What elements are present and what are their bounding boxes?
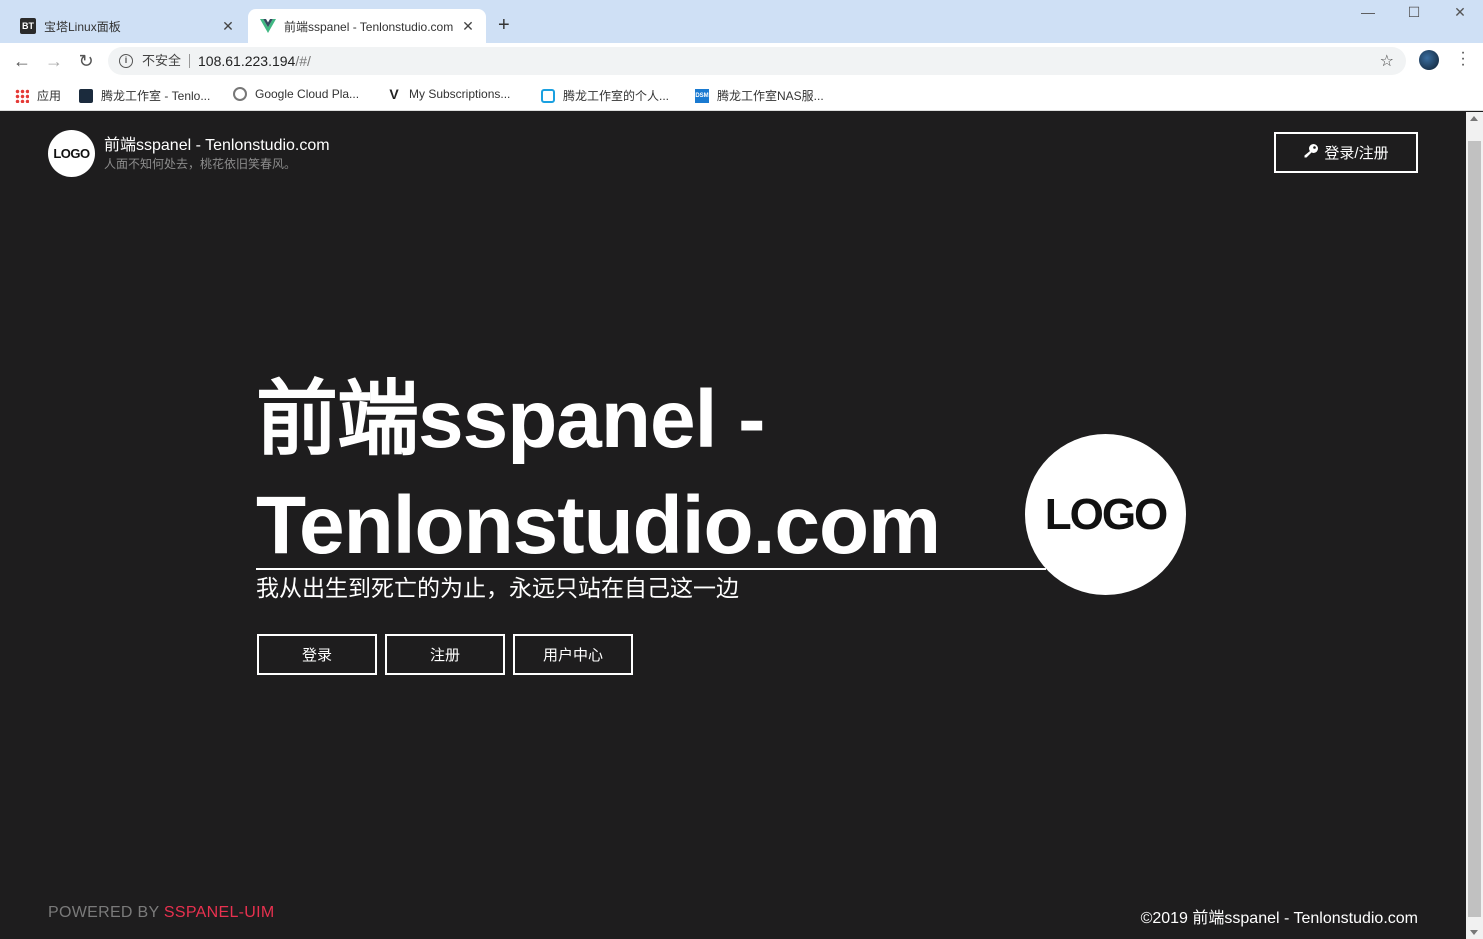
apps-grid-icon bbox=[15, 88, 29, 103]
bookmark-tenlon[interactable]: 腾龙工作室 - Tenlo... bbox=[79, 87, 210, 104]
vue-favicon-icon bbox=[260, 18, 276, 34]
bookmark-label: 腾龙工作室 - Tenlo... bbox=[101, 89, 211, 103]
security-label: 不安全 bbox=[142, 54, 191, 68]
scroll-up-arrow-icon[interactable] bbox=[1470, 116, 1478, 121]
bt-favicon-icon: BT bbox=[20, 18, 36, 34]
window-close-button[interactable]: ✕ bbox=[1437, 4, 1483, 21]
bookmark-nas[interactable]: DSM 腾龙工作室NAS服... bbox=[695, 87, 824, 104]
bookmark-label: 腾龙工作室的个人... bbox=[563, 89, 670, 103]
bookmark-apps[interactable]: 应用 bbox=[15, 87, 61, 104]
bookmark-google-cloud[interactable]: Google Cloud Pla... bbox=[233, 87, 359, 101]
browser-tab-sspanel[interactable]: 前端sspanel - Tenlonstudio.com ✕ bbox=[248, 9, 486, 43]
tab-close-icon[interactable]: ✕ bbox=[458, 18, 478, 35]
site-logo: LOGO bbox=[48, 130, 95, 177]
url-path: /#/ bbox=[295, 53, 311, 69]
bookmark-label: 应用 bbox=[37, 89, 62, 103]
login-register-button[interactable]: 登录/注册 bbox=[1274, 132, 1418, 173]
forward-arrow-icon[interactable]: → bbox=[44, 51, 64, 71]
maximize-button[interactable]: ☐ bbox=[1391, 4, 1437, 21]
chromium-icon bbox=[233, 87, 247, 101]
brand-text: 前端sspanel - Tenlonstudio.com 人面不知何处去，桃花依… bbox=[104, 136, 330, 171]
site-subtitle: 人面不知何处去，桃花依旧笑春风。 bbox=[104, 157, 297, 171]
tab-close-icon[interactable]: ✕ bbox=[218, 18, 238, 35]
scrollbar-thumb[interactable] bbox=[1468, 141, 1481, 917]
reload-icon[interactable]: ↻ bbox=[76, 51, 96, 71]
user-center-button[interactable]: 用户中心 bbox=[513, 634, 633, 675]
bookmark-star-icon[interactable]: ☆ bbox=[1380, 51, 1394, 71]
url-host: 108.61.223.194 bbox=[198, 53, 296, 69]
page-scrollbar[interactable] bbox=[1466, 112, 1483, 939]
tab-title: 宝塔Linux面板 bbox=[44, 19, 121, 34]
key-icon bbox=[1303, 143, 1319, 163]
bookmark-label: Google Cloud Pla... bbox=[255, 87, 360, 101]
info-icon[interactable]: i bbox=[119, 54, 133, 68]
powered-by: POWERED BY SSPANEL-UIM bbox=[48, 904, 275, 922]
tenlon-icon bbox=[79, 88, 93, 103]
address-bar[interactable]: i 不安全 108.61.223.194 /#/ ☆ bbox=[108, 47, 1406, 75]
hero-title: 前端sspanel - Tenlonstudio.com bbox=[256, 374, 941, 571]
site-brand[interactable]: LOGO 前端sspanel - Tenlonstudio.com 人面不知何处… bbox=[48, 130, 330, 177]
new-tab-button[interactable]: + bbox=[498, 14, 510, 37]
bookmark-label: My Subscriptions... bbox=[409, 87, 511, 101]
hero-subtitle: 我从出生到死亡的为止，永远只站在自己这一边 bbox=[256, 575, 739, 601]
copyright: ©2019 前端sspanel - Tenlonstudio.com bbox=[1140, 910, 1418, 927]
bilibili-icon bbox=[541, 88, 555, 103]
bookmark-bilibili[interactable]: 腾龙工作室的个人... bbox=[541, 87, 669, 104]
scroll-down-arrow-icon[interactable] bbox=[1470, 930, 1478, 935]
profile-avatar[interactable] bbox=[1419, 50, 1439, 70]
bookmark-subscriptions[interactable]: V My Subscriptions... bbox=[387, 87, 510, 101]
tab-title: 前端sspanel - Tenlonstudio.com bbox=[284, 19, 454, 34]
browser-tab-strip: BT 宝塔Linux面板 ✕ 前端sspanel - Tenlonstudio.… bbox=[0, 0, 1483, 43]
minimize-button[interactable]: — bbox=[1345, 4, 1391, 20]
hero-divider bbox=[256, 568, 1046, 570]
page-content: LOGO 前端sspanel - Tenlonstudio.com 人面不知何处… bbox=[0, 112, 1466, 939]
login-button[interactable]: 登录 bbox=[257, 634, 377, 675]
site-title: 前端sspanel - Tenlonstudio.com bbox=[104, 137, 330, 154]
hero-logo: LOGO bbox=[1025, 434, 1186, 595]
browser-menu-icon[interactable]: · · · bbox=[1457, 45, 1469, 73]
login-register-label: 登录/注册 bbox=[1324, 145, 1389, 162]
dsm-icon: DSM bbox=[695, 88, 709, 103]
bookmark-label: 腾龙工作室NAS服... bbox=[717, 89, 824, 103]
browser-toolbar: ← → ↻ i 不安全 108.61.223.194 /#/ ☆ bbox=[0, 43, 1483, 79]
powered-by-prefix: POWERED BY bbox=[48, 904, 164, 921]
browser-tab-baota[interactable]: BT 宝塔Linux面板 ✕ bbox=[8, 9, 246, 43]
register-button[interactable]: 注册 bbox=[385, 634, 505, 675]
v-icon: V bbox=[389, 86, 399, 102]
back-arrow-icon[interactable]: ← bbox=[12, 51, 32, 71]
powered-by-link[interactable]: SSPANEL-UIM bbox=[164, 904, 275, 921]
bookmarks-bar: 应用 腾龙工作室 - Tenlo... Google Cloud Pla... … bbox=[0, 79, 1483, 111]
